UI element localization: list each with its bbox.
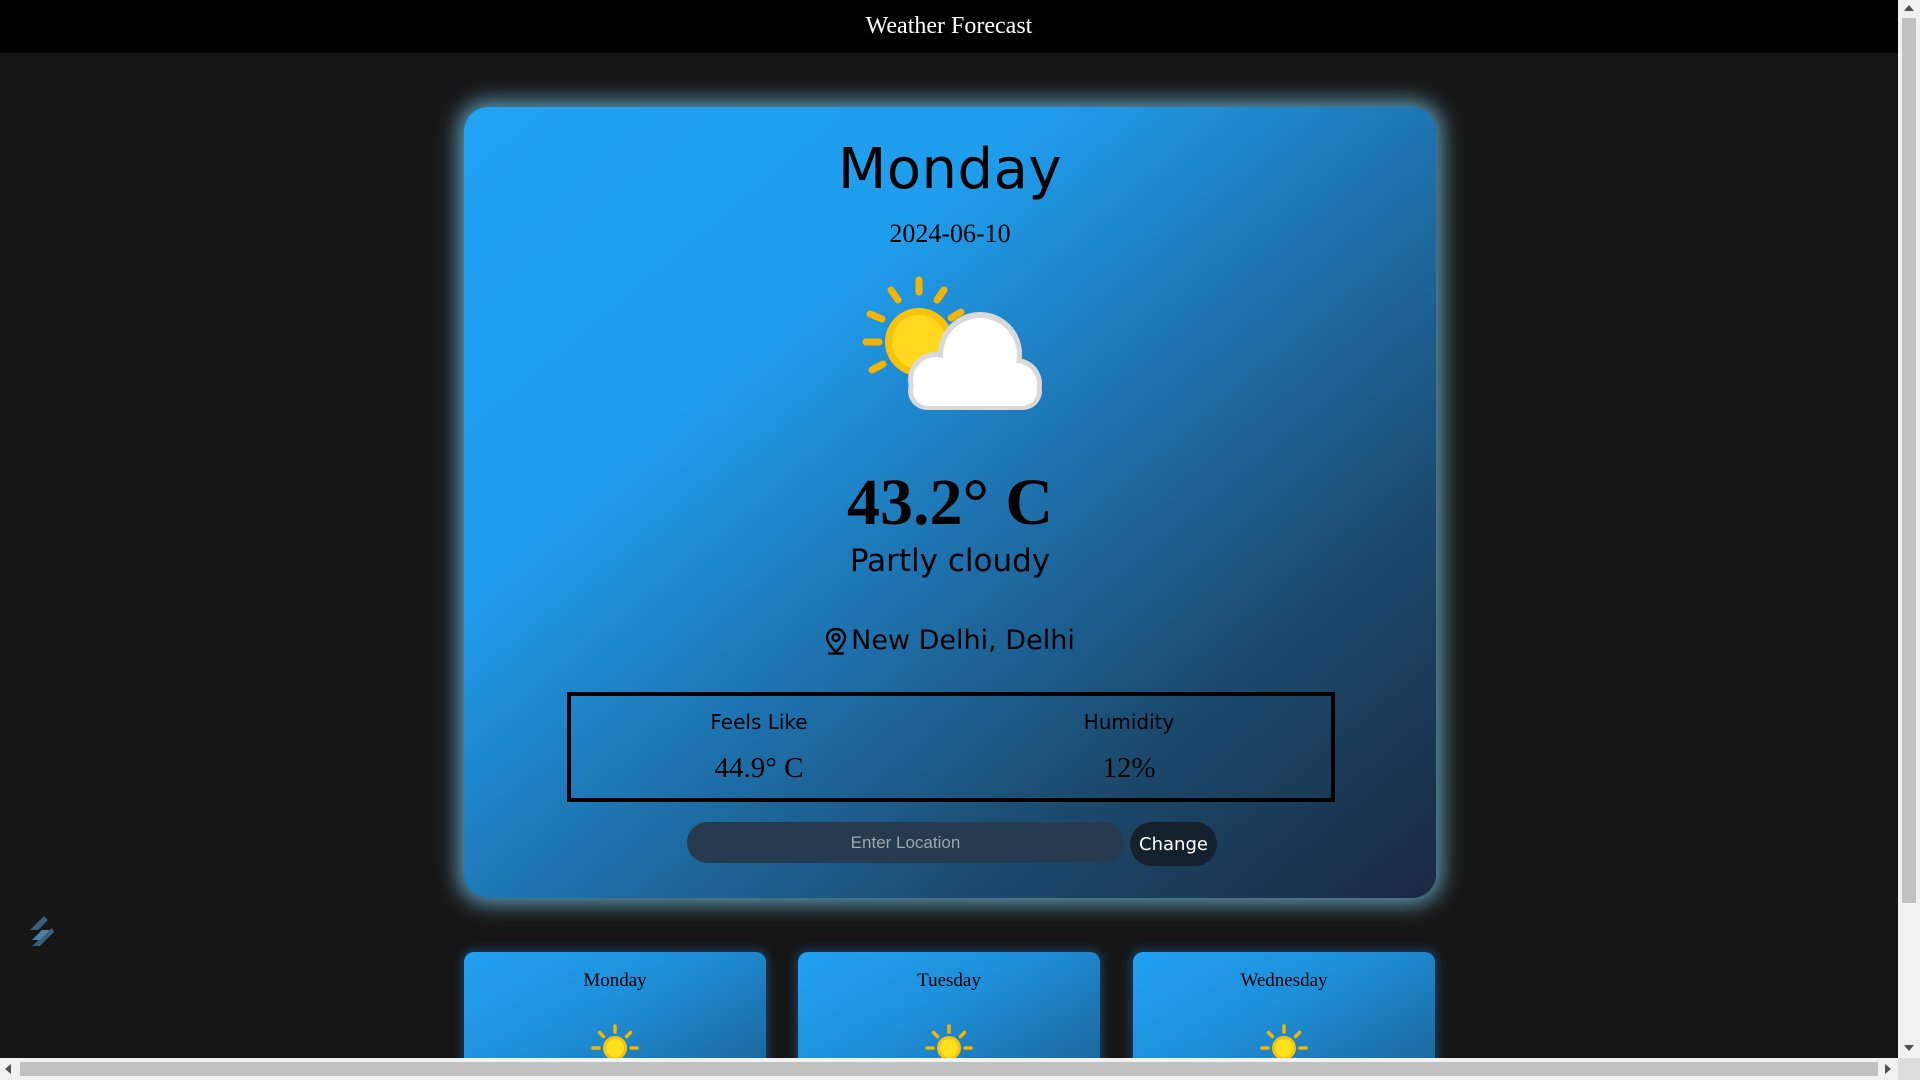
- feels-like-label: Feels Like: [710, 710, 808, 734]
- partly-cloudy-icon: [856, 272, 1048, 422]
- horizontal-scroll-thumb[interactable]: [20, 1062, 1878, 1076]
- humidity-section: Humidity 12%: [1029, 696, 1229, 785]
- forecast-day-label: Tuesday: [917, 970, 981, 991]
- weather-condition: Partly cloudy: [849, 543, 1051, 579]
- humidity-label: Humidity: [1083, 710, 1175, 734]
- location-input[interactable]: [687, 822, 1124, 863]
- forecast-card-wednesday[interactable]: Wednesday: [1133, 952, 1435, 1058]
- horizontal-scrollbar[interactable]: [0, 1058, 1898, 1080]
- forecast-card-tuesday[interactable]: Tuesday: [798, 952, 1100, 1058]
- top-header-bar: Weather Forecast: [0, 0, 1898, 53]
- scroll-left-arrow-icon[interactable]: [5, 1064, 11, 1074]
- scrollbar-corner: [1898, 1058, 1920, 1080]
- forecast-day-label: Monday: [583, 970, 647, 991]
- location-search-form: Change: [687, 822, 1217, 868]
- vertical-scroll-thumb[interactable]: [1902, 18, 1916, 903]
- scroll-right-arrow-icon[interactable]: [1885, 1064, 1891, 1074]
- change-location-button[interactable]: Change: [1130, 822, 1217, 866]
- scroll-down-arrow-icon[interactable]: [1904, 1045, 1914, 1051]
- page-viewport: Weather Forecast Monday 2024-06-10 43.2°…: [0, 0, 1898, 1058]
- app-logo-icon[interactable]: [26, 914, 56, 950]
- sun-icon: [1260, 1024, 1308, 1058]
- scroll-up-arrow-icon[interactable]: [1904, 5, 1914, 11]
- page-title: Weather Forecast: [865, 13, 1033, 39]
- current-temperature: 43.2° C: [846, 466, 1054, 539]
- feels-like-value: 44.9° C: [714, 752, 804, 784]
- vertical-scrollbar[interactable]: [1898, 0, 1920, 1058]
- sun-icon: [925, 1024, 973, 1058]
- weather-details-box: Feels Like 44.9° C Humidity 12%: [567, 692, 1335, 802]
- current-weather-card: Monday 2024-06-10 43.2° C Partly cloudy …: [464, 107, 1436, 898]
- forecast-card-monday[interactable]: Monday: [464, 952, 766, 1058]
- forecast-day-label: Wednesday: [1240, 970, 1328, 991]
- location-row: New Delhi, Delhi: [464, 625, 1436, 656]
- humidity-value: 12%: [1102, 752, 1156, 784]
- location-pin-icon: [825, 627, 847, 655]
- current-day: Monday: [837, 137, 1063, 202]
- location-name: New Delhi, Delhi: [851, 625, 1075, 656]
- feels-like-section: Feels Like 44.9° C: [659, 696, 859, 785]
- sun-icon: [591, 1024, 639, 1058]
- current-date: 2024-06-10: [889, 219, 1011, 248]
